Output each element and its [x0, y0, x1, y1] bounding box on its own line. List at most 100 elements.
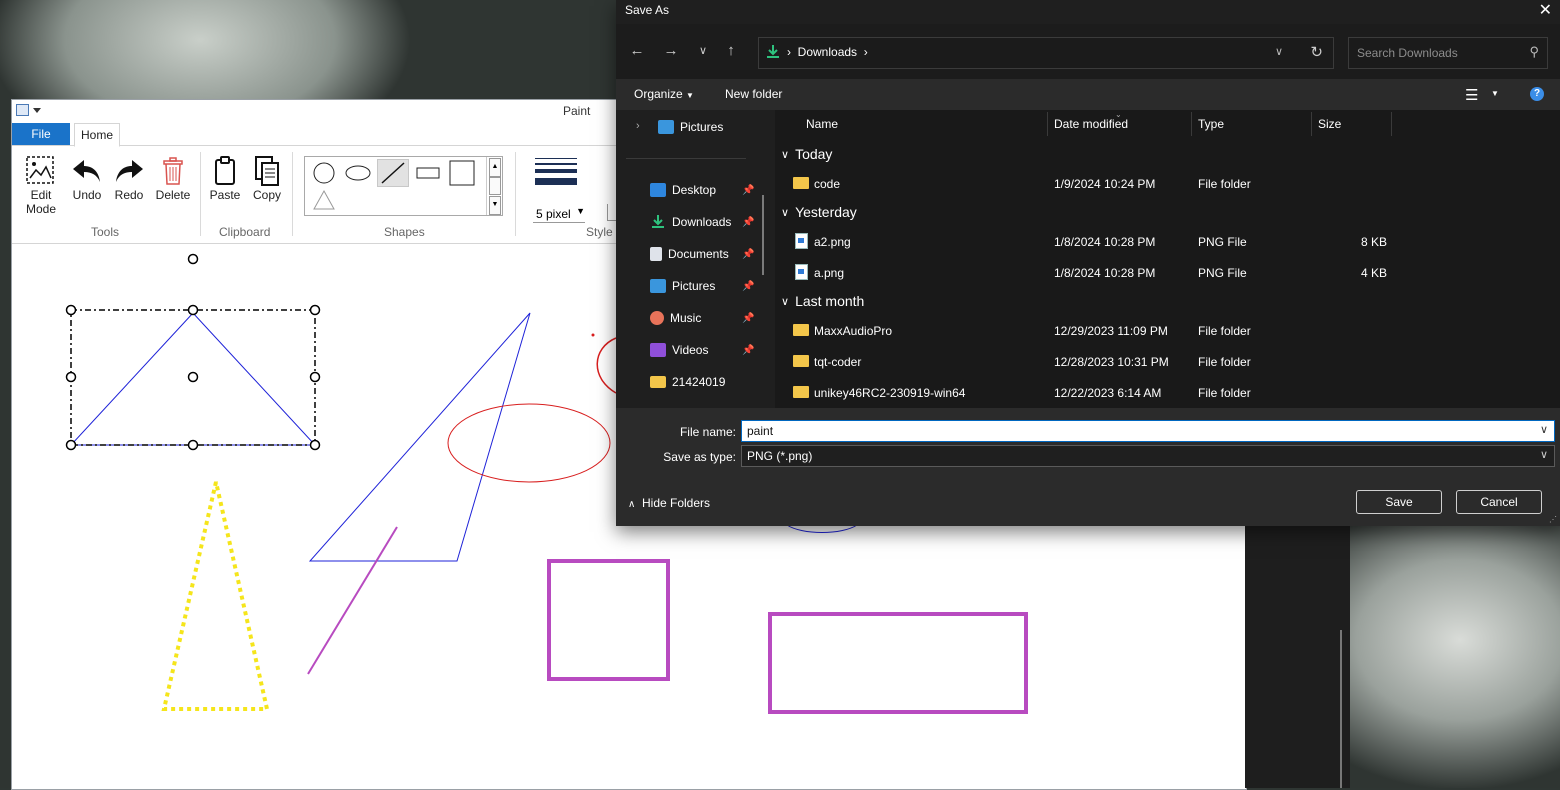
thickness-select[interactable]: 5 pixel ▼	[533, 204, 585, 223]
shapes-scroll-thumb[interactable]	[489, 177, 501, 195]
pin-icon[interactable]: 📌	[742, 313, 754, 324]
search-input[interactable]: Search Downloads	[1357, 46, 1458, 60]
file-row[interactable]: MaxxAudioPro 12/29/2023 11:09 PM File fo…	[775, 317, 1560, 345]
file-row[interactable]: code 1/9/2024 10:24 PM File folder	[775, 170, 1560, 198]
breadcrumb-downloads[interactable]: Downloads	[798, 45, 857, 59]
group-header-today[interactable]: ∨ Today	[781, 146, 832, 162]
cancel-button[interactable]: Cancel	[1456, 490, 1542, 514]
resize-handle[interactable]	[65, 439, 77, 451]
resize-handle[interactable]	[187, 439, 199, 451]
column-header-name[interactable]: Name	[806, 117, 838, 131]
magenta-square-shape[interactable]	[547, 559, 670, 681]
shapes-scrollbar[interactable]: ▲ ▼	[486, 157, 502, 215]
magenta-rectangle-shape[interactable]	[768, 612, 1028, 714]
nav-item-documents[interactable]: Documents	[650, 243, 729, 265]
refresh-icon[interactable]: ↻	[1310, 43, 1323, 61]
selection-handles[interactable]	[65, 253, 321, 451]
shape-square[interactable]	[447, 160, 477, 186]
nav-item-desktop[interactable]: Desktop	[650, 179, 716, 201]
quick-access-dropdown-icon[interactable]	[33, 107, 41, 113]
tab-file[interactable]: File	[12, 123, 70, 145]
nav-item-pictures-top[interactable]: Pictures	[658, 116, 723, 138]
resize-handle[interactable]	[65, 371, 77, 383]
red-ellipse-shape[interactable]	[447, 403, 611, 483]
chevron-down-icon[interactable]: ∨	[1540, 423, 1548, 436]
group-header-yesterday[interactable]: ∨ Yesterday	[781, 204, 857, 220]
organize-button[interactable]: Organize ▼	[634, 87, 694, 101]
view-options-chevron-icon[interactable]: ▼	[1491, 89, 1499, 98]
recent-locations-chevron-icon[interactable]: ∨	[694, 44, 712, 57]
shape-ellipse-circle[interactable]	[309, 160, 339, 186]
resize-handle[interactable]	[309, 371, 321, 383]
edit-mode-button[interactable]: Edit Mode	[22, 154, 60, 216]
nav-item-music[interactable]: Music	[650, 307, 701, 329]
forward-arrow-icon[interactable]: →	[662, 42, 680, 59]
search-box[interactable]: Search Downloads ⚲	[1348, 37, 1548, 69]
shape-line[interactable]	[377, 159, 409, 187]
file-row[interactable]: unikey46RC2-230919-win64 12/22/2023 6:14…	[775, 379, 1560, 407]
resize-handle[interactable]	[65, 304, 77, 316]
nav-item-21424019[interactable]: 21424019	[650, 371, 725, 393]
nav-item-videos[interactable]: Videos	[650, 339, 708, 361]
resize-grip-icon[interactable]: ⋰	[1549, 515, 1557, 524]
pin-icon[interactable]: 📌	[742, 281, 754, 292]
undo-button[interactable]: Undo	[70, 154, 104, 202]
address-bar[interactable]: › Downloads › ∨ ↻	[758, 37, 1334, 69]
shapes-scroll-up[interactable]: ▲	[489, 158, 501, 177]
thickness-preview-icon[interactable]	[535, 157, 577, 194]
address-dropdown-icon[interactable]: ∨	[1275, 45, 1283, 58]
file-row[interactable]: a.png 1/8/2024 10:28 PM PNG File 4 KB	[775, 259, 1560, 287]
scrollbar[interactable]	[1340, 630, 1342, 788]
up-arrow-icon[interactable]: ↑	[722, 42, 740, 59]
hide-folders-button[interactable]: ∧ Hide Folders	[628, 496, 710, 510]
resize-handle[interactable]	[309, 439, 321, 451]
column-divider[interactable]	[1391, 112, 1392, 136]
column-header-size[interactable]: Size	[1318, 117, 1341, 131]
column-divider[interactable]	[1191, 112, 1192, 136]
resize-handle[interactable]	[309, 304, 321, 316]
group-header-last-month[interactable]: ∨ Last month	[781, 293, 864, 309]
pin-icon[interactable]: 📌	[742, 249, 754, 260]
yellow-dotted-triangle-shape[interactable]	[161, 481, 270, 711]
nav-item-pictures[interactable]: Pictures	[650, 275, 715, 297]
shape-rectangle[interactable]	[413, 160, 443, 186]
delete-button[interactable]: Delete	[154, 154, 192, 202]
redo-button[interactable]: Redo	[112, 154, 146, 202]
file-name-input[interactable]: paint ∨	[741, 420, 1555, 442]
tab-home[interactable]: Home	[74, 123, 120, 147]
column-header-date[interactable]: Date modified	[1054, 117, 1128, 131]
blue-triangle-shape[interactable]	[308, 312, 531, 562]
resize-handle[interactable]	[187, 304, 199, 316]
help-icon[interactable]: ?	[1530, 87, 1544, 101]
save-type-select[interactable]: PNG (*.png) ∨	[741, 445, 1555, 467]
rotate-handle[interactable]	[187, 253, 199, 265]
expand-chevron-icon[interactable]: ›	[636, 120, 640, 132]
style-option[interactable]	[607, 204, 616, 221]
pin-icon[interactable]: 📌	[742, 345, 754, 356]
red-arc-shape[interactable]	[596, 337, 617, 394]
breadcrumb[interactable]: › Downloads ›	[787, 45, 868, 59]
quick-access-toolbar[interactable]	[16, 104, 41, 116]
column-header-type[interactable]: Type	[1198, 117, 1224, 131]
magenta-line-shape[interactable]	[307, 526, 398, 675]
pin-icon[interactable]: 📌	[742, 185, 754, 196]
column-divider[interactable]	[1311, 112, 1312, 136]
shapes-scroll-down[interactable]: ▼	[489, 196, 501, 215]
shape-triangle[interactable]	[309, 187, 339, 213]
blue-arc-shape[interactable]	[786, 524, 858, 533]
file-row[interactable]: a2.png 1/8/2024 10:28 PM PNG File 8 KB	[775, 228, 1560, 256]
view-list-icon[interactable]: ☰	[1465, 86, 1478, 104]
paste-button[interactable]: Paste	[208, 154, 242, 202]
back-arrow-icon[interactable]: ←	[628, 42, 646, 59]
new-folder-button[interactable]: New folder	[725, 87, 782, 101]
column-divider[interactable]	[1047, 112, 1048, 136]
move-handle[interactable]	[187, 371, 199, 383]
save-button[interactable]: Save	[1356, 490, 1442, 514]
file-row[interactable]: tqt-coder 12/28/2023 10:31 PM File folde…	[775, 348, 1560, 376]
nav-scrollbar[interactable]	[762, 195, 764, 275]
close-icon[interactable]: ✕	[1539, 0, 1552, 20]
nav-item-downloads[interactable]: Downloads	[650, 211, 731, 233]
shape-ellipse[interactable]	[343, 160, 373, 186]
copy-button[interactable]: Copy	[250, 154, 284, 202]
pin-icon[interactable]: 📌	[742, 217, 754, 228]
